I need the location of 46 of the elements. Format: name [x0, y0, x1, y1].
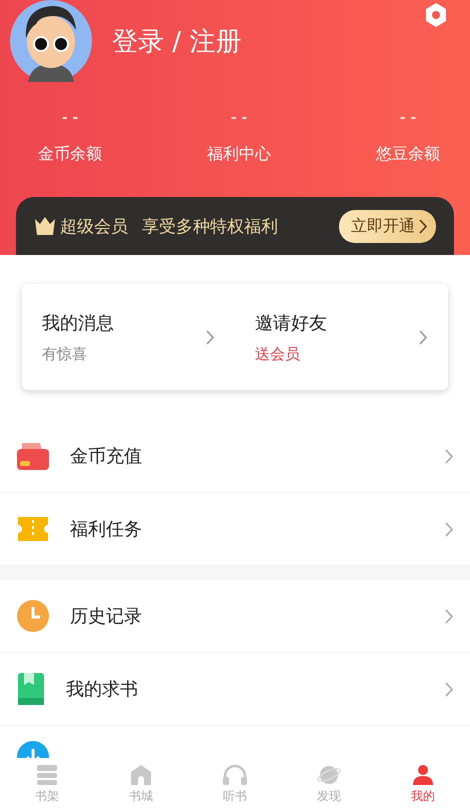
- person-icon: [411, 764, 435, 786]
- wallet-icon: [16, 441, 50, 471]
- menu-row[interactable]: 金币充值: [0, 420, 470, 493]
- chevron-icon: [419, 218, 428, 234]
- card-title[interactable]: 邀请好友: [255, 310, 419, 334]
- ticket-icon: [16, 514, 50, 544]
- book-icon: [16, 672, 46, 706]
- clock-icon: [16, 599, 50, 633]
- menu-row[interactable]: 我的求书: [0, 653, 470, 726]
- menu-row[interactable]: 历史记录: [0, 580, 470, 653]
- chevron-icon: [445, 522, 454, 536]
- tab[interactable]: 书城: [116, 764, 166, 804]
- vip-title: 超级会员: [60, 216, 128, 238]
- chevron-icon: [445, 448, 454, 464]
- card-subtitle: 送会员: [255, 344, 301, 364]
- stat-label[interactable]: 福利中心: [207, 144, 271, 165]
- vip-subtitle: 享受多种特权福利: [142, 216, 278, 238]
- settings-icon[interactable]: [424, 2, 448, 28]
- headphones-icon: [222, 764, 248, 786]
- tab[interactable]: 发现: [304, 764, 354, 804]
- crown-icon: [34, 216, 56, 236]
- tab[interactable]: 书架: [22, 764, 72, 804]
- stat-value: - -: [230, 110, 248, 126]
- activate-button[interactable]: 立即开通: [339, 210, 436, 242]
- menu-label: 福利任务: [70, 518, 143, 541]
- planet-icon: [316, 764, 342, 786]
- tab[interactable]: 听书: [210, 764, 260, 804]
- menu-label: 金币充值: [70, 445, 143, 468]
- menu-label: 我的求书: [66, 678, 139, 701]
- chevron-icon: [445, 608, 454, 624]
- stat-label[interactable]: 金币余额: [38, 144, 102, 165]
- avatar-icon: [10, 0, 92, 82]
- chevron-icon: [419, 330, 428, 344]
- card-title[interactable]: 我的消息: [42, 310, 206, 334]
- menu-row[interactable]: 福利任务: [0, 493, 470, 566]
- stat-label[interactable]: 悠豆余额: [376, 144, 440, 165]
- bookshelf-icon: [35, 764, 59, 786]
- home-icon: [129, 764, 153, 786]
- card-subtitle: 有惊喜: [42, 344, 88, 364]
- chevron-icon: [206, 330, 215, 344]
- login-link[interactable]: 登录 / 注册: [112, 24, 242, 58]
- tab[interactable]: 我的: [398, 764, 448, 804]
- chevron-icon: [445, 682, 454, 696]
- menu-label: 历史记录: [70, 605, 143, 628]
- stat-value: - -: [400, 110, 416, 126]
- stat-value: - -: [62, 110, 78, 126]
